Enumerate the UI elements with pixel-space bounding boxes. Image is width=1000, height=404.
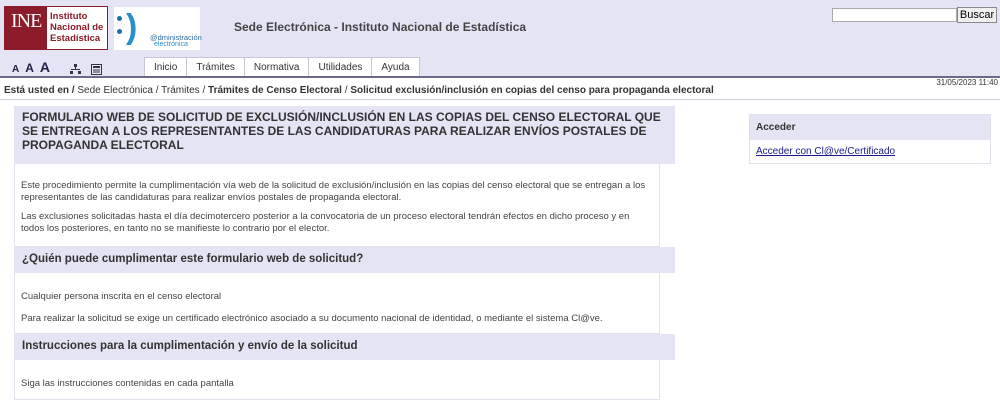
tab-inicio[interactable]: Inicio xyxy=(144,57,188,77)
breadcrumb-item-censo[interactable]: Trámites de Censo Electoral xyxy=(208,85,342,96)
administracion-electronica-logo[interactable]: ) @dministración electrónica xyxy=(114,7,202,50)
access-title: Acceder xyxy=(750,115,990,140)
intro-paragraph: Este procedimiento permite la cumpliment… xyxy=(21,180,646,203)
site-header: INE Instituto Nacional de Estadística ) … xyxy=(0,0,1000,77)
font-size-small[interactable]: A xyxy=(12,64,19,75)
search-input[interactable] xyxy=(832,8,957,22)
breadcrumb-divider xyxy=(0,99,1000,100)
font-size-large[interactable]: A xyxy=(40,59,50,75)
breadcrumb-prefix: Está usted en xyxy=(4,85,70,96)
tab-utilidades[interactable]: Utilidades xyxy=(308,57,373,77)
main-nav: Inicio Trámites Normativa Utilidades Ayu… xyxy=(144,57,420,77)
access-clave-link[interactable]: Acceder con Cl@ve/Certificado xyxy=(750,140,990,163)
date-stamp: 31/05/2023 11:40 xyxy=(936,78,998,87)
ine-logo-name: Instituto Nacional de Estadística xyxy=(50,11,104,44)
search-button[interactable]: Buscar xyxy=(957,7,997,23)
site-map-icon[interactable] xyxy=(91,64,103,75)
section-heading-who: ¿Quién puede cumplimentar este formulari… xyxy=(14,247,675,273)
who-line: Cualquier persona inscrita en el censo e… xyxy=(21,291,222,302)
site-title: Sede Electrónica - Instituto Nacional de… xyxy=(234,20,527,34)
site-tree-icon[interactable] xyxy=(70,64,82,75)
ine-logo[interactable]: INE Instituto Nacional de Estadística xyxy=(4,6,108,50)
who-line: Para realizar la solicitud se exige un c… xyxy=(21,312,603,324)
font-size-tools: A A A xyxy=(12,59,103,75)
tab-normativa[interactable]: Normativa xyxy=(243,57,310,77)
breadcrumb: Está usted en / Sede Electrónica / Trámi… xyxy=(4,85,714,96)
section-heading-instructions: Instrucciones para la cumplimentación y … xyxy=(14,334,675,360)
breadcrumb-item-current: Solicitud exclusión/inclusión en copias … xyxy=(350,85,714,96)
breadcrumb-item-tramites[interactable]: Trámites xyxy=(161,85,200,96)
font-size-medium[interactable]: A xyxy=(25,61,34,75)
header-divider xyxy=(0,76,1000,78)
tab-tramites[interactable]: Trámites xyxy=(186,57,245,77)
intro-panel: Este procedimiento permite la cumpliment… xyxy=(14,164,660,247)
page-title: FORMULARIO WEB DE SOLICITUD DE EXCLUSIÓN… xyxy=(14,106,675,164)
access-box: Acceder Acceder con Cl@ve/Certificado xyxy=(749,114,991,164)
who-panel: Cualquier persona inscrita en el censo e… xyxy=(14,273,660,334)
instructions-line: Siga las instrucciones contenidas en cad… xyxy=(21,378,234,389)
intro-paragraph: Las exclusiones solicitadas hasta el día… xyxy=(21,211,630,234)
ine-logo-mark: INE xyxy=(5,7,47,49)
tab-ayuda[interactable]: Ayuda xyxy=(371,57,420,77)
instructions-panel: Siga las instrucciones contenidas en cad… xyxy=(14,360,660,400)
breadcrumb-item-sede[interactable]: Sede Electrónica xyxy=(77,85,153,96)
